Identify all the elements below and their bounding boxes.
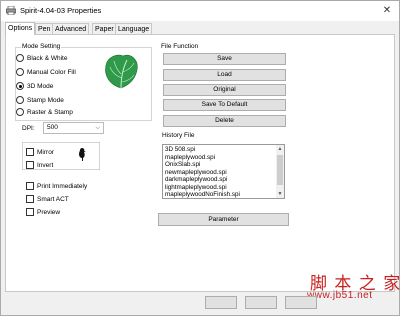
mirror-checkbox[interactable] [26, 148, 34, 156]
radio-label: 3D Mode [27, 82, 54, 90]
save-button[interactable]: Save [163, 53, 286, 65]
dpi-value: 500 [47, 124, 58, 131]
history-file-label: History File [162, 132, 195, 139]
radio-black-white[interactable]: Black & White [16, 53, 67, 63]
history-file-list[interactable]: 3D 508.spi mapleplywood.spi OnixSlab.spi… [162, 144, 285, 199]
dialog-button[interactable] [205, 296, 237, 309]
preview-label: Preview [37, 208, 61, 216]
parameter-button[interactable]: Parameter [158, 213, 289, 226]
properties-window: Spirit-4.04-03 Properties ✕ Options Pen … [0, 0, 400, 316]
tab-options[interactable]: Options [5, 22, 36, 35]
window-title: Spirit-4.04-03 Properties [20, 6, 102, 15]
list-item[interactable]: darkmapleplywood.spi [165, 176, 277, 184]
delete-button[interactable]: Delete [163, 115, 286, 127]
options-panel: Mode Setting Black & White Manual Color … [5, 34, 395, 292]
list-item[interactable]: OnixSlab.spi [165, 161, 277, 169]
print-immediately-row[interactable]: Print Immediately [26, 181, 87, 191]
dpi-select[interactable]: 500 ⌵ [43, 122, 104, 134]
preview-checkbox[interactable] [26, 208, 34, 216]
load-button[interactable]: Load [163, 69, 286, 81]
list-item[interactable]: newmapleplywood.spi [165, 169, 277, 177]
smart-act-label: Smart ACT [37, 195, 69, 203]
chevron-down-icon: ⌵ [95, 125, 100, 131]
mode-setting-label: Mode Setting [21, 43, 62, 51]
file-function-label: File Function [161, 43, 199, 50]
radio-stamp-mode[interactable]: Stamp Mode [16, 95, 64, 105]
list-item[interactable]: mapleplywood.spi [165, 154, 277, 162]
title-bar: Spirit-4.04-03 Properties ✕ [1, 1, 399, 21]
radio-button[interactable] [16, 54, 24, 62]
scroll-thumb[interactable] [277, 155, 283, 185]
history-items: 3D 508.spi mapleplywood.spi OnixSlab.spi… [165, 146, 277, 198]
list-item[interactable]: 3D 508.spi [165, 146, 277, 154]
print-immediately-checkbox[interactable] [26, 182, 34, 190]
radio-3d-mode[interactable]: 3D Mode [16, 81, 53, 91]
dpi-label: DPI: [22, 125, 35, 132]
bird-icon [76, 147, 88, 162]
smart-act-row[interactable]: Smart ACT [26, 194, 69, 204]
original-button[interactable]: Original [163, 84, 286, 96]
radio-label: Black & White [27, 54, 68, 62]
radio-raster-stamp[interactable]: Raster & Stamp [16, 107, 73, 117]
invert-label: Invert [37, 161, 54, 169]
dialog-button[interactable] [245, 296, 277, 309]
save-to-default-button[interactable]: Save To Default [163, 99, 286, 111]
radio-manual-color-fill[interactable]: Manual Color Fill [16, 67, 76, 77]
radio-label: Raster & Stamp [27, 108, 73, 116]
printer-icon [6, 5, 16, 16]
smart-act-checkbox[interactable] [26, 195, 34, 203]
close-button[interactable]: ✕ [381, 5, 393, 17]
mirror-checkbox-row[interactable]: Mirror [26, 147, 54, 157]
vertical-scrollbar[interactable]: ▲ ▼ [276, 145, 284, 198]
radio-button[interactable] [16, 108, 24, 116]
radio-label: Stamp Mode [27, 96, 64, 104]
preview-row[interactable]: Preview [26, 207, 60, 217]
radio-label: Manual Color Fill [27, 68, 76, 76]
list-item[interactable]: mapleplywoodNoFinish.spi [165, 191, 277, 198]
scroll-down-arrow-icon[interactable]: ▼ [276, 190, 284, 198]
radio-button[interactable] [16, 96, 24, 104]
radio-button-selected[interactable] [16, 82, 24, 90]
radio-button[interactable] [16, 68, 24, 76]
print-immediately-label: Print Immediately [37, 182, 88, 190]
scroll-up-arrow-icon[interactable]: ▲ [276, 145, 284, 153]
mirror-label: Mirror [37, 148, 54, 156]
invert-checkbox[interactable] [26, 161, 34, 169]
dialog-button[interactable] [285, 296, 317, 309]
invert-checkbox-row[interactable]: Invert [26, 160, 53, 170]
leaf-icon [101, 52, 141, 90]
list-item[interactable]: lightmapleplywood.spi [165, 184, 277, 192]
